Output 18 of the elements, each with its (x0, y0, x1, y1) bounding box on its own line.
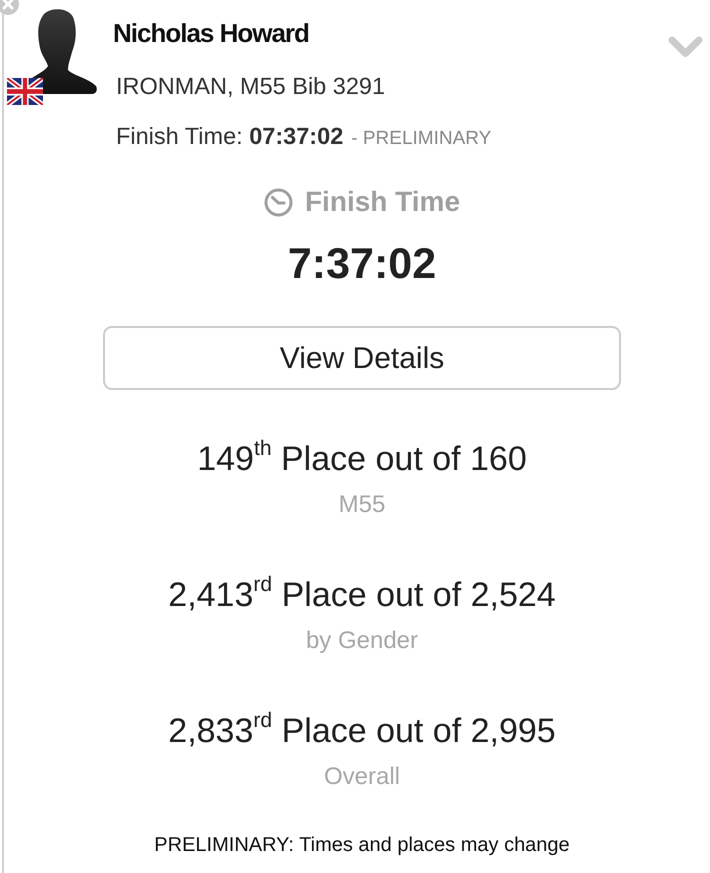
place-category: by Gender (306, 626, 418, 656)
flag-icon (7, 78, 43, 105)
view-details-button[interactable]: View Details (103, 326, 621, 390)
finish-time-value: 7:37:02 (288, 239, 436, 290)
place-category: M55 (338, 490, 386, 520)
chevron-down-icon[interactable] (668, 36, 703, 59)
athlete-name: Nicholas Howard (113, 17, 309, 50)
place-category: Overall (324, 762, 400, 792)
finish-time-text: Finish Time: 07:37:02 (116, 122, 344, 150)
status-text: - PRELIMINARY (351, 127, 492, 151)
division-text: IRONMAN, M55 Bib 3291 (115, 72, 386, 101)
preliminary-note: PRELIMINARY: Times and places may change (154, 833, 570, 858)
clock-icon (264, 188, 293, 216)
close-icon[interactable] (0, 0, 19, 15)
place-rank: 2,413$^{rd}$ Place out of 2,524 (168, 573, 556, 616)
place-rank: 149$^{th}$ Place out of 160 (197, 437, 527, 480)
finish-time-heading: Finish Time (304, 185, 460, 219)
place-rank: 2,833$^{rd}$ Place out of 2,995 (168, 709, 556, 752)
